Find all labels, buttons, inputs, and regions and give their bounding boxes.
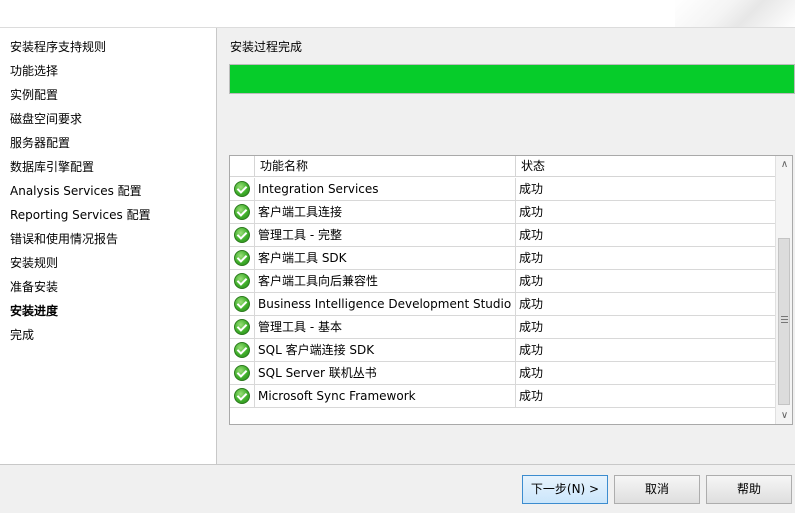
- table-row[interactable]: 客户端工具连接 成功: [230, 201, 775, 224]
- feature-name: SQL 客户端连接 SDK: [255, 339, 516, 361]
- table-row[interactable]: SQL Server 联机丛书 成功: [230, 362, 775, 385]
- table-row[interactable]: 客户端工具 SDK 成功: [230, 247, 775, 270]
- feature-status: 成功: [519, 389, 544, 403]
- step-instance-config: 实例配置: [10, 88, 59, 102]
- table-row[interactable]: Business Intelligence Development Studio…: [230, 293, 775, 316]
- success-check-icon: [234, 342, 250, 358]
- step-error-usage-reporting: 错误和使用情况报告: [10, 232, 119, 246]
- table-row[interactable]: Integration Services 成功: [230, 178, 775, 201]
- success-check-icon: [234, 250, 250, 266]
- wizard-steps-sidebar: 安装程序支持规则 功能选择 实例配置 磁盘空间要求 服务器配置 数据库引擎配置 …: [0, 28, 217, 464]
- table-row[interactable]: 客户端工具向后兼容性 成功: [230, 270, 775, 293]
- scroll-down-arrow-icon[interactable]: ∨: [776, 407, 793, 424]
- feature-status: 成功: [519, 343, 544, 357]
- feature-name: 客户端工具 SDK: [255, 247, 516, 269]
- table-row[interactable]: 管理工具 - 完整 成功: [230, 224, 775, 247]
- success-check-icon: [234, 204, 250, 220]
- progress-fill: [230, 65, 794, 93]
- success-check-icon: [234, 227, 250, 243]
- grip-icon: [781, 316, 788, 323]
- step-install-rules: 安装规则: [10, 256, 59, 270]
- table-header: 功能名称 状态: [230, 156, 775, 177]
- table-row[interactable]: 管理工具 - 基本 成功: [230, 316, 775, 339]
- success-check-icon: [234, 181, 250, 197]
- success-check-icon: [234, 365, 250, 381]
- success-check-icon: [234, 388, 250, 404]
- install-progress-bar: [229, 64, 795, 94]
- step-db-engine-config: 数据库引擎配置: [10, 160, 95, 174]
- feature-status: 成功: [519, 182, 544, 196]
- vertical-scrollbar[interactable]: ∧ ∨: [775, 156, 792, 424]
- feature-name: Business Intelligence Development Studio: [255, 293, 516, 315]
- header-banner: [0, 0, 795, 28]
- feature-status: 成功: [519, 366, 544, 380]
- step-complete: 完成: [10, 328, 35, 342]
- table-row[interactable]: SQL 客户端连接 SDK 成功: [230, 339, 775, 362]
- step-feature-selection: 功能选择: [10, 64, 59, 78]
- success-check-icon: [234, 273, 250, 289]
- feature-status: 成功: [519, 297, 544, 311]
- feature-name: 客户端工具向后兼容性: [255, 270, 516, 292]
- feature-name: Microsoft Sync Framework: [255, 385, 516, 407]
- step-disk-space: 磁盘空间要求: [10, 112, 83, 126]
- success-check-icon: [234, 296, 250, 312]
- step-setup-support-rules: 安装程序支持规则: [10, 40, 107, 54]
- cancel-button[interactable]: 取消: [614, 475, 700, 504]
- header-icon-column: [230, 156, 255, 177]
- step-install-progress: 安装进度: [10, 304, 59, 318]
- step-ready-to-install: 准备安装: [10, 280, 59, 294]
- feature-status: 成功: [519, 274, 544, 288]
- table-row[interactable]: Microsoft Sync Framework 成功: [230, 385, 775, 408]
- header-feature-name[interactable]: 功能名称: [255, 156, 516, 177]
- help-button[interactable]: 帮助: [706, 475, 792, 504]
- header-decoration: [675, 0, 795, 27]
- main-content: 安装过程完成 功能名称 状态 Integration Services 成功 客…: [218, 28, 795, 464]
- scroll-up-arrow-icon[interactable]: ∧: [776, 156, 793, 173]
- install-status-text: 安装过程完成: [230, 40, 303, 54]
- header-status[interactable]: 状态: [516, 156, 775, 177]
- success-check-icon: [234, 319, 250, 335]
- feature-name: 客户端工具连接: [255, 201, 516, 223]
- feature-name: 管理工具 - 完整: [255, 224, 516, 246]
- feature-name: 管理工具 - 基本: [255, 316, 516, 338]
- step-analysis-services-config: Analysis Services 配置: [10, 184, 142, 198]
- step-server-config: 服务器配置: [10, 136, 71, 150]
- feature-status: 成功: [519, 251, 544, 265]
- feature-status-table: 功能名称 状态 Integration Services 成功 客户端工具连接 …: [229, 155, 793, 425]
- feature-status: 成功: [519, 320, 544, 334]
- next-button[interactable]: 下一步(N) >: [522, 475, 608, 504]
- scrollbar-thumb[interactable]: [778, 238, 790, 405]
- feature-name: SQL Server 联机丛书: [255, 362, 516, 384]
- step-reporting-services-config: Reporting Services 配置: [10, 208, 151, 222]
- feature-name: Integration Services: [255, 178, 516, 200]
- feature-status: 成功: [519, 205, 544, 219]
- feature-status: 成功: [519, 228, 544, 242]
